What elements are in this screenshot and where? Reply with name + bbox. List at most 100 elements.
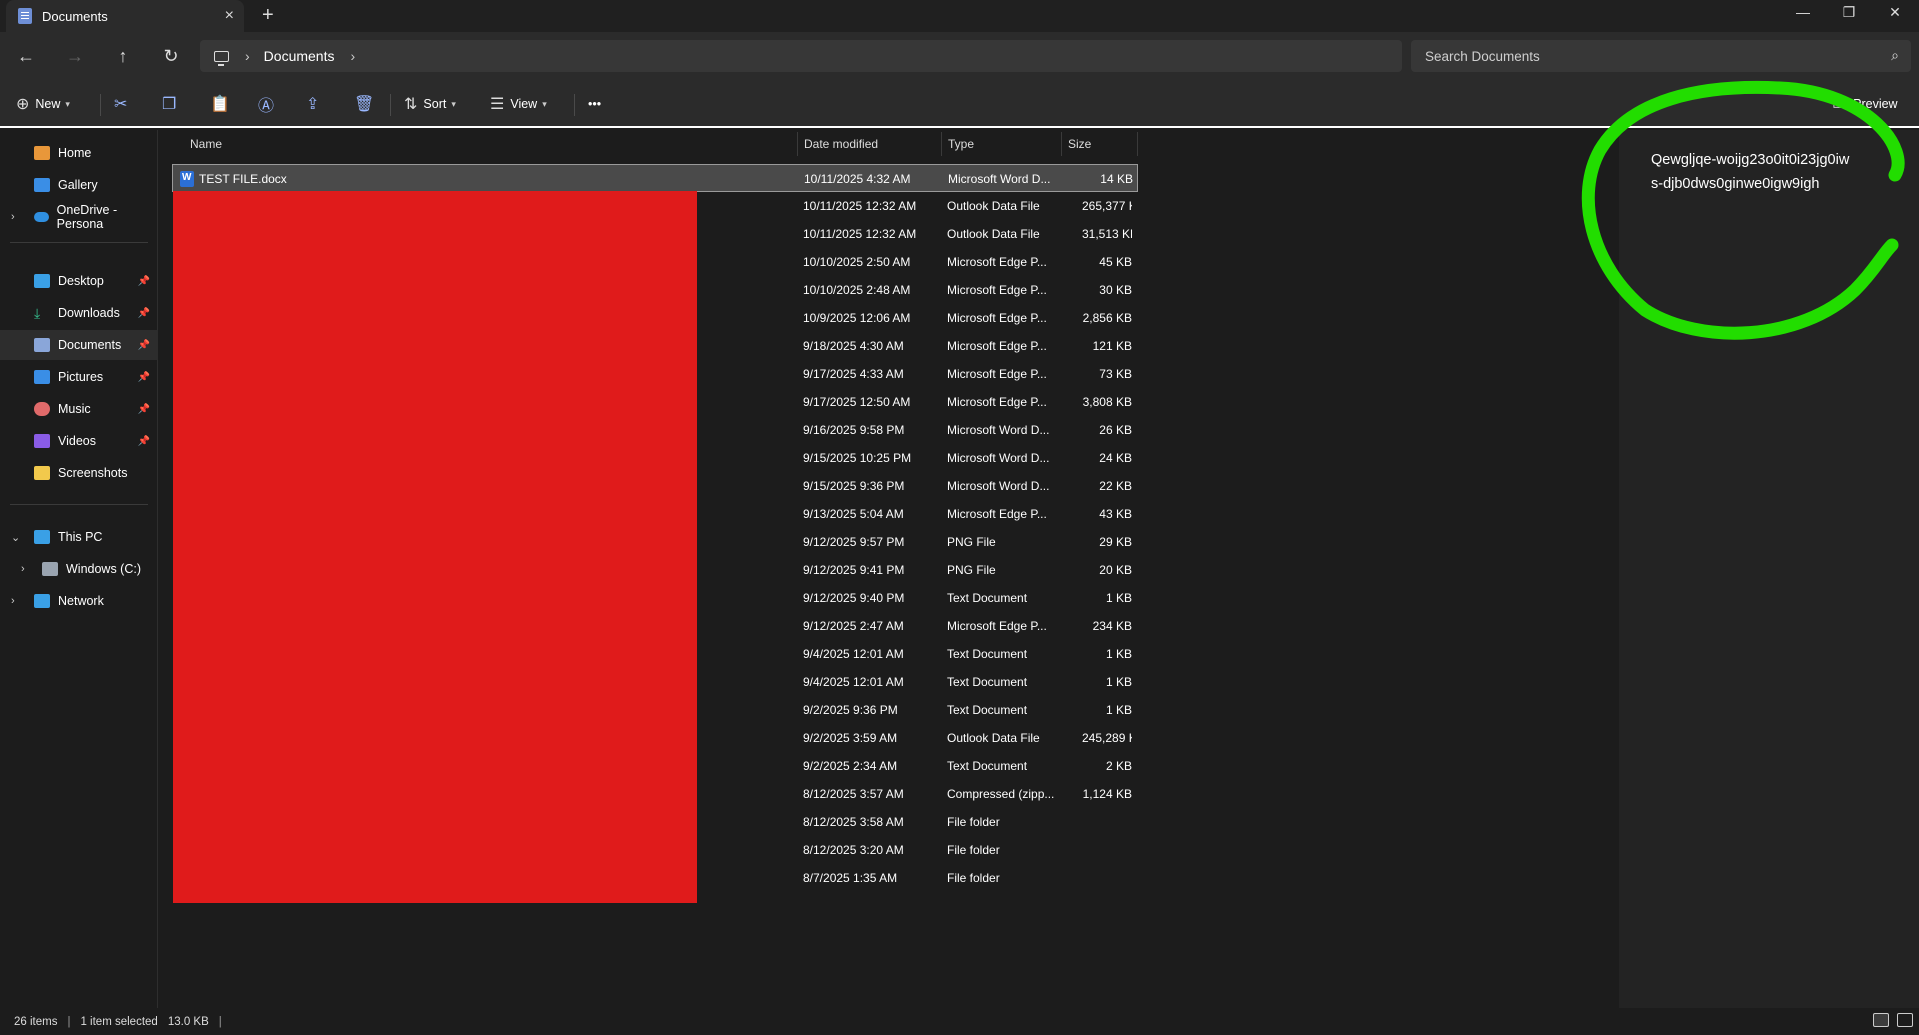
sidebar-item-home[interactable]: Home xyxy=(0,138,158,168)
videos-icon xyxy=(34,434,50,448)
pin-icon[interactable]: 📌 xyxy=(138,308,150,319)
file-date: 10/11/2025 12:32 AM xyxy=(803,199,917,213)
share-button[interactable]: ⇪ xyxy=(306,92,325,116)
column-label: Name xyxy=(190,137,223,151)
cut-button[interactable]: ✂ xyxy=(114,92,133,116)
column-label: Date modified xyxy=(804,137,879,151)
cut-icon: ✂ xyxy=(114,96,128,113)
word-document-icon xyxy=(180,171,194,187)
file-size: 245,289 KB xyxy=(1082,731,1132,745)
file-date: 9/15/2025 10:25 PM xyxy=(803,451,912,465)
address-bar[interactable]: › Documents › xyxy=(200,40,1402,72)
file-date: 9/15/2025 9:36 PM xyxy=(803,479,905,493)
sidebar-item-music[interactable]: Music 📌 xyxy=(0,394,158,424)
file-size: 1 KB xyxy=(1105,703,1132,717)
column-header-date[interactable]: Date modified xyxy=(798,132,942,156)
details-view-icon[interactable] xyxy=(1873,1013,1889,1027)
file-row[interactable]: TEST FILE.docx 10/11/2025 4:32 AM Microsof… xyxy=(172,164,1138,192)
file-date: 9/4/2025 12:01 AM xyxy=(803,675,904,689)
file-size: 1 KB xyxy=(1105,647,1132,661)
sidebar-item-videos[interactable]: Videos 📌 xyxy=(0,426,158,456)
chevron-right-icon[interactable]: › xyxy=(11,595,15,607)
column-header-type[interactable]: Type xyxy=(942,132,1062,156)
close-tab-icon[interactable]: × xyxy=(225,7,234,25)
tab-title: Documents xyxy=(42,8,108,24)
close-window-button[interactable]: ✕ xyxy=(1880,4,1910,21)
sidebar-divider xyxy=(10,242,148,243)
file-size: 1 KB xyxy=(1105,675,1132,689)
sidebar-item-this-pc[interactable]: ⌄ This PC xyxy=(0,522,158,552)
sidebar-item-network[interactable]: › Network xyxy=(0,586,158,616)
file-type: Microsoft Edge P... xyxy=(947,311,1047,325)
chevron-right-icon[interactable]: › xyxy=(245,48,250,64)
sidebar-item-pictures[interactable]: Pictures 📌 xyxy=(0,362,158,392)
sidebar-item-desktop[interactable]: Desktop 📌 xyxy=(0,266,158,296)
pin-icon[interactable]: 📌 xyxy=(138,340,150,351)
forward-button[interactable]: → xyxy=(63,44,87,68)
sidebar-item-gallery[interactable]: Gallery xyxy=(0,170,158,200)
search-input[interactable]: Search Documents ⌕ xyxy=(1411,40,1911,72)
sort-icon: ⇅ xyxy=(404,96,418,113)
pin-icon[interactable]: 📌 xyxy=(138,436,150,447)
file-size: 14 KB xyxy=(1100,172,1133,186)
delete-button[interactable]: 🗑 xyxy=(354,92,380,116)
refresh-button[interactable]: ↻ xyxy=(159,44,183,68)
sidebar-item-label: OneDrive - Persona xyxy=(56,203,118,231)
rename-icon: Ⓐ xyxy=(258,98,275,115)
navigation-pane: Home Gallery › OneDrive - Persona Deskto… xyxy=(0,130,158,1008)
column-header-size[interactable]: Size xyxy=(1062,132,1138,156)
tiles-view-icon[interactable] xyxy=(1897,1013,1913,1027)
sidebar-item-label: Network xyxy=(58,594,104,608)
pin-icon[interactable]: 📌 xyxy=(138,276,150,287)
chevron-right-icon[interactable]: › xyxy=(21,563,25,575)
new-tab-button[interactable]: + xyxy=(262,4,274,27)
up-button[interactable]: ↑ xyxy=(111,44,135,68)
file-type: Outlook Data File xyxy=(947,199,1040,213)
search-icon: ⌕ xyxy=(1891,47,1899,63)
copy-button[interactable]: ❐ xyxy=(162,92,182,116)
sidebar-item-onedrive[interactable]: › OneDrive - Persona xyxy=(0,202,158,232)
file-date: 8/7/2025 1:35 AM xyxy=(803,871,898,885)
paste-button[interactable]: 📋 xyxy=(210,92,236,116)
toolbar-divider xyxy=(574,94,575,116)
toolbar-divider xyxy=(390,94,391,116)
desktop-icon xyxy=(34,274,50,288)
redaction-box xyxy=(173,191,697,903)
chevron-right-icon[interactable]: › xyxy=(11,211,15,223)
view-button[interactable]: ☰ View ▾ xyxy=(490,92,547,116)
file-type: Microsoft Edge P... xyxy=(947,619,1047,633)
maximize-button[interactable]: ❐ xyxy=(1834,4,1864,21)
pin-icon[interactable]: 📌 xyxy=(138,404,150,415)
back-button[interactable]: ← xyxy=(14,44,38,68)
file-type: Microsoft Edge P... xyxy=(947,255,1047,269)
chevron-right-icon[interactable]: › xyxy=(350,48,355,64)
minimize-button[interactable]: — xyxy=(1788,4,1818,20)
new-button[interactable]: ⊕ New ▾ xyxy=(16,92,70,116)
trash-icon: 🗑 xyxy=(354,96,375,113)
file-name: TEST FILE.docx xyxy=(199,172,287,186)
pin-icon[interactable]: 📌 xyxy=(138,372,150,383)
file-size: 121 KB xyxy=(1092,339,1132,353)
chevron-down-icon: ▾ xyxy=(65,98,70,109)
file-type: Microsoft Edge P... xyxy=(947,395,1047,409)
breadcrumb-documents[interactable]: Documents xyxy=(264,48,335,64)
sidebar-item-screenshots[interactable]: Screenshots xyxy=(0,458,158,488)
file-size: 20 KB xyxy=(1099,563,1132,577)
more-icon: ••• xyxy=(588,97,602,111)
rename-button[interactable]: Ⓐ xyxy=(258,92,280,116)
sort-button[interactable]: ⇅ Sort ▾ xyxy=(404,92,456,116)
file-date: 9/12/2025 2:47 AM xyxy=(803,619,904,633)
plus-circle-icon: ⊕ xyxy=(16,96,30,113)
file-date: 8/12/2025 3:58 AM xyxy=(803,815,904,829)
toolbar-divider xyxy=(100,94,101,116)
sidebar-item-documents[interactable]: Documents 📌 xyxy=(0,330,158,360)
chevron-down-icon[interactable]: ⌄ xyxy=(11,531,20,544)
network-icon xyxy=(34,594,50,608)
sidebar-item-windows-c[interactable]: › Windows (C:) xyxy=(0,554,158,584)
column-header-name[interactable]: Name xyxy=(172,132,798,156)
computer-icon[interactable] xyxy=(214,50,229,66)
more-options-button[interactable]: ••• xyxy=(588,92,601,116)
sidebar-item-downloads[interactable]: ⤓ Downloads 📌 xyxy=(0,298,158,328)
tab-documents[interactable]: Documents × xyxy=(6,0,244,32)
search-placeholder: Search Documents xyxy=(1425,48,1540,64)
